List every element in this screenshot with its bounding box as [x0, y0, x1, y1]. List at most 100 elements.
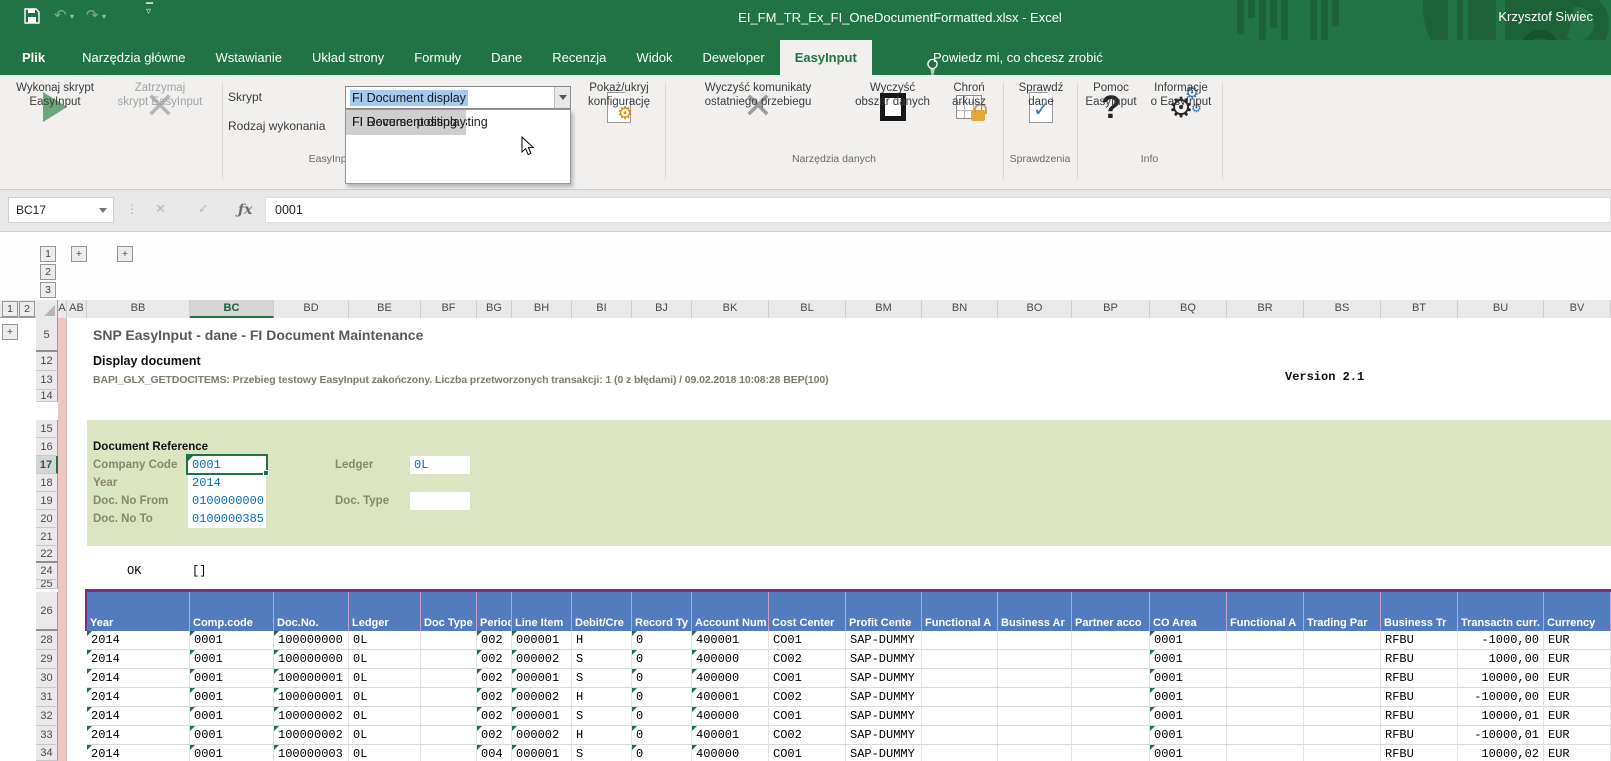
cell-r3-c16[interactable]: [1227, 688, 1304, 707]
cell-r2-c18[interactable]: RFBU: [1381, 669, 1458, 688]
cell-r4-c3[interactable]: 0L: [349, 707, 421, 726]
form-field-doc-no-from[interactable]: 0100000000: [188, 492, 266, 510]
cell-r2-c13[interactable]: [998, 669, 1072, 688]
table-header-business-tr[interactable]: Business Tr: [1381, 592, 1458, 631]
cell-r6-c12[interactable]: [922, 745, 998, 761]
row-header-5[interactable]: 5: [36, 318, 58, 352]
cell-r6-c8[interactable]: 0: [632, 745, 692, 761]
cell-r6-c4[interactable]: [421, 745, 477, 761]
cell-r6-c15[interactable]: 0001: [1150, 745, 1227, 761]
cell-r4-c14[interactable]: [1072, 707, 1150, 726]
cell-r1-c7[interactable]: S: [572, 650, 632, 669]
cell-r4-c12[interactable]: [922, 707, 998, 726]
cell-r3-c17[interactable]: [1304, 688, 1381, 707]
cell-r4-c10[interactable]: CO01: [769, 707, 846, 726]
column-header-BB[interactable]: BB: [87, 300, 190, 318]
column-header-BK[interactable]: BK: [692, 300, 769, 318]
cell-r2-c2[interactable]: 100000001: [274, 669, 349, 688]
expand-group-button[interactable]: +: [117, 246, 133, 262]
cell-r3-c2[interactable]: 100000001: [274, 688, 349, 707]
expand-row-group-button[interactable]: +: [2, 324, 18, 340]
table-header-comp-code[interactable]: Comp.code: [190, 592, 274, 631]
undo-icon[interactable]: ↶: [54, 6, 67, 24]
clear-data-area-button[interactable]: Wyczyść obszar danych: [848, 81, 937, 181]
cell-r6-c6[interactable]: 000001: [512, 745, 572, 761]
cell-r5-c9[interactable]: 400001: [692, 726, 769, 745]
form-field-doc-type[interactable]: [410, 492, 470, 510]
row-header-12[interactable]: 12: [36, 352, 58, 371]
row-header-13[interactable]: 13: [36, 371, 58, 390]
cell-r1-c6[interactable]: 000002: [512, 650, 572, 669]
cell-r0-c11[interactable]: SAP-DUMMY: [846, 631, 922, 650]
cell-r1-c4[interactable]: [421, 650, 477, 669]
cell-r1-c5[interactable]: 002: [477, 650, 512, 669]
column-header-BR[interactable]: BR: [1227, 300, 1304, 318]
cell-r3-c18[interactable]: RFBU: [1381, 688, 1458, 707]
column-outline-level-1-button[interactable]: 1: [40, 246, 56, 262]
row-header-33[interactable]: 33: [36, 726, 58, 745]
cell-r6-c9[interactable]: 400000: [692, 745, 769, 761]
cell-r1-c19[interactable]: 1000,00: [1458, 650, 1544, 669]
clear-messages-button[interactable]: ✕ Wyczyść komunikaty ostatniego przebieg…: [668, 81, 848, 181]
row-header-34[interactable]: 34: [36, 745, 58, 761]
cell-r3-c12[interactable]: [922, 688, 998, 707]
combobox-dropdown-arrow-icon[interactable]: [554, 87, 570, 108]
cell-r0-c20[interactable]: EUR: [1544, 631, 1611, 650]
confirm-entry-icon[interactable]: ✓: [198, 197, 209, 223]
cell-r1-c18[interactable]: RFBU: [1381, 650, 1458, 669]
cell-r1-c1[interactable]: 0001: [190, 650, 274, 669]
cell-r5-c1[interactable]: 0001: [190, 726, 274, 745]
cell-r0-c19[interactable]: -1000,00: [1458, 631, 1544, 650]
tab-plik[interactable]: Plik: [0, 40, 67, 75]
cell-r3-c7[interactable]: H: [572, 688, 632, 707]
form-field-ledger[interactable]: 0L: [410, 456, 470, 474]
check-data-button[interactable]: ✓ Sprawdź dane: [1006, 81, 1076, 181]
cell-r3-c20[interactable]: EUR: [1544, 688, 1611, 707]
cell-r4-c7[interactable]: S: [572, 707, 632, 726]
cell-r3-c10[interactable]: CO02: [769, 688, 846, 707]
cell-r6-c0[interactable]: 2014: [87, 745, 190, 761]
cell-r1-c13[interactable]: [998, 650, 1072, 669]
cell-r4-c4[interactable]: [421, 707, 477, 726]
row-header-26[interactable]: 26: [36, 592, 58, 631]
select-all-corner[interactable]: [36, 300, 58, 318]
column-header-BQ[interactable]: BQ: [1150, 300, 1227, 318]
cell-r3-c14[interactable]: [1072, 688, 1150, 707]
table-header-debit-cre[interactable]: Debit/Cre: [572, 592, 632, 631]
cell-r1-c17[interactable]: [1304, 650, 1381, 669]
cell-r4-c6[interactable]: 000001: [512, 707, 572, 726]
cell-r0-c2[interactable]: 100000000: [274, 631, 349, 650]
cell-r3-c3[interactable]: 0L: [349, 688, 421, 707]
column-header-BS[interactable]: BS: [1304, 300, 1381, 318]
row-header-15[interactable]: 15: [36, 420, 58, 438]
form-field-doc-no-to[interactable]: 0100000385: [188, 510, 266, 528]
cell-r6-c11[interactable]: SAP-DUMMY: [846, 745, 922, 761]
cell-r6-c13[interactable]: [998, 745, 1072, 761]
cell-r5-c11[interactable]: SAP-DUMMY: [846, 726, 922, 745]
column-header-BF[interactable]: BF: [421, 300, 477, 318]
cell-r6-c17[interactable]: [1304, 745, 1381, 761]
cell-r5-c7[interactable]: H: [572, 726, 632, 745]
cell-r2-c7[interactable]: S: [572, 669, 632, 688]
column-header-BE[interactable]: BE: [349, 300, 421, 318]
cell-r6-c7[interactable]: S: [572, 745, 632, 761]
protect-sheet-button[interactable]: Chroń arkusz: [937, 81, 1001, 181]
table-header-cost-center[interactable]: Cost Center: [769, 592, 846, 631]
cell-r0-c3[interactable]: 0L: [349, 631, 421, 650]
cell-r6-c18[interactable]: RFBU: [1381, 745, 1458, 761]
run-script-button[interactable]: Wykonaj skrypt EasyInput: [8, 81, 102, 181]
cell-r1-c9[interactable]: 400000: [692, 650, 769, 669]
table-header-ledger[interactable]: Ledger: [349, 592, 421, 631]
cell-r2-c14[interactable]: [1072, 669, 1150, 688]
cell-r5-c17[interactable]: [1304, 726, 1381, 745]
cell-r5-c12[interactable]: [922, 726, 998, 745]
row-header-28[interactable]: 28: [36, 631, 58, 650]
row-header-17[interactable]: 17: [36, 456, 58, 474]
help-button[interactable]: ? Pomoc EasyInput: [1080, 81, 1142, 181]
cell-r2-c17[interactable]: [1304, 669, 1381, 688]
table-header-doc-no[interactable]: Doc.No.: [274, 592, 349, 631]
about-button[interactable]: ⚙ ⚙ ⚙ Informacje o EasyInput: [1142, 81, 1220, 181]
insert-function-icon[interactable]: ƒx: [238, 197, 252, 223]
cell-r5-c20[interactable]: EUR: [1544, 726, 1611, 745]
redo-dropdown-icon[interactable]: ▾: [102, 12, 106, 21]
